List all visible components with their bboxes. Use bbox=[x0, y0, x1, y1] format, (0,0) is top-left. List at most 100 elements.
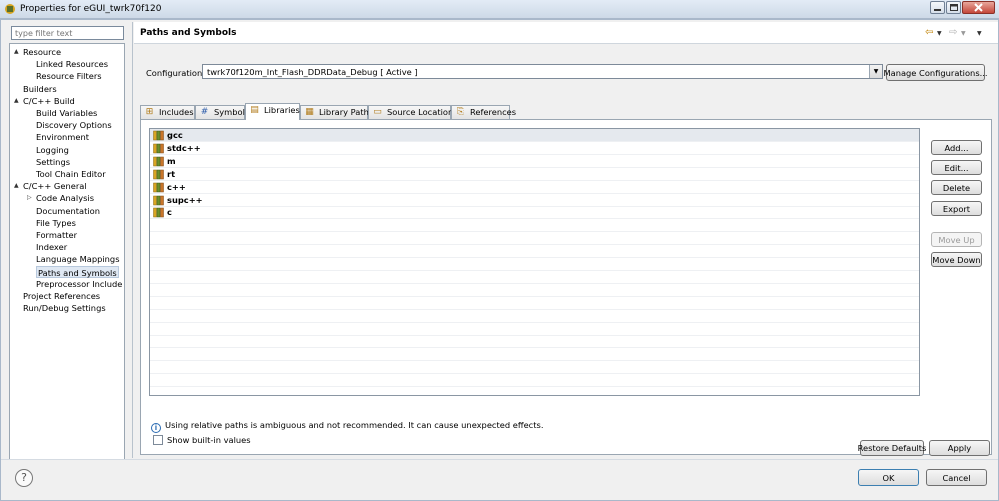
apply-button[interactable]: Apply bbox=[929, 440, 990, 456]
tree-item[interactable]: Builders bbox=[23, 83, 57, 95]
library-name: m bbox=[167, 155, 176, 166]
library-name: supc++ bbox=[167, 194, 203, 205]
library-icon bbox=[153, 195, 164, 206]
library-name: c bbox=[167, 207, 172, 218]
tree-item[interactable]: Run/Debug Settings bbox=[23, 302, 106, 314]
tab-label: Includes bbox=[159, 107, 194, 117]
library-icon bbox=[153, 182, 164, 193]
minimize-button[interactable] bbox=[930, 1, 945, 14]
library-name: rt bbox=[167, 168, 176, 179]
tree-item[interactable]: Indexer bbox=[36, 241, 67, 253]
tree-item[interactable]: C/C++ Build bbox=[23, 95, 75, 107]
library-row[interactable]: c++ bbox=[150, 181, 919, 194]
show-builtin-checkbox[interactable] bbox=[153, 435, 163, 445]
empty-row bbox=[150, 361, 919, 375]
properties-page: Paths and Symbols ⇦ ▼ ⇨ ▼ ▼ Configuratio… bbox=[134, 22, 998, 458]
help-icon[interactable]: ? bbox=[15, 469, 33, 487]
back-arrow-icon[interactable]: ⇦ bbox=[925, 27, 933, 38]
move-up-button[interactable]: Move Up bbox=[931, 232, 982, 247]
configuration-select[interactable]: twrk70f120m_Int_Flash_DDRData_Debug [ Ac… bbox=[202, 64, 883, 79]
collapse-arrow-icon[interactable]: ▲ bbox=[14, 46, 21, 58]
empty-row bbox=[150, 310, 919, 323]
tab-references[interactable]: ⎘ References bbox=[451, 105, 516, 119]
move-down-button[interactable]: Move Down bbox=[931, 252, 982, 267]
expand-arrow-icon[interactable]: ▷ bbox=[27, 192, 34, 204]
library-row[interactable]: supc++ bbox=[150, 194, 919, 207]
library-row[interactable]: stdc++ bbox=[150, 142, 919, 155]
tree-item[interactable]: Preprocessor Include Pa bbox=[36, 278, 124, 290]
tab-label: Source Location bbox=[387, 107, 454, 117]
tree-item[interactable]: Settings bbox=[36, 156, 70, 168]
navigation-pane: ▲ResourceLinked ResourcesResource Filter… bbox=[7, 25, 125, 462]
forward-dropdown-icon[interactable]: ▼ bbox=[961, 30, 966, 37]
manage-configurations-button[interactable]: Manage Configurations... bbox=[883, 64, 988, 81]
tree-item[interactable]: Logging bbox=[36, 144, 69, 156]
properties-tree: ▲ Resource Linked Resources Resource Filter… bbox=[9, 43, 125, 460]
empty-row bbox=[150, 232, 919, 246]
edit-button[interactable]: Edit... bbox=[931, 160, 982, 175]
tree-item[interactable]: Paths and Symbols bbox=[36, 265, 119, 278]
tree-item[interactable]: Project References bbox=[23, 290, 100, 302]
delete-button[interactable]: Delete bbox=[931, 180, 982, 195]
relative-paths-warning: i Using relative paths is ambiguous and n… bbox=[151, 420, 543, 433]
forward-arrow-icon[interactable]: ⇨ bbox=[949, 27, 957, 38]
info-icon: i bbox=[151, 423, 161, 433]
maximize-button[interactable] bbox=[946, 1, 961, 14]
tree-item[interactable]: Documentation bbox=[36, 205, 100, 217]
collapse-arrow-icon[interactable]: ▲ bbox=[14, 180, 21, 192]
tree-item[interactable]: Resource Filters bbox=[36, 70, 102, 82]
cancel-button[interactable]: Cancel bbox=[926, 469, 987, 486]
restore-defaults-button[interactable]: Restore Defaults bbox=[858, 440, 926, 456]
tree-item[interactable]: File Types bbox=[36, 217, 76, 229]
close-button[interactable] bbox=[962, 1, 995, 14]
close-icon bbox=[974, 3, 983, 12]
library-name: c++ bbox=[167, 181, 186, 192]
tree-item[interactable]: Language Mappings bbox=[36, 253, 120, 265]
empty-row bbox=[150, 271, 919, 284]
empty-row bbox=[150, 335, 919, 349]
ok-button[interactable]: OK bbox=[858, 469, 919, 486]
tree-item[interactable]: Tool Chain Editor bbox=[36, 168, 106, 180]
page-header: Paths and Symbols ⇦ ▼ ⇨ ▼ ▼ bbox=[134, 22, 998, 44]
tree-item[interactable]: Formatter bbox=[36, 229, 77, 241]
tree-item[interactable]: Code Analysis bbox=[36, 192, 94, 204]
back-dropdown-icon[interactable]: ▼ bbox=[937, 30, 942, 37]
tab-source-location[interactable]: ▭ Source Location bbox=[368, 105, 454, 119]
empty-row bbox=[150, 297, 919, 310]
library-icon bbox=[153, 156, 164, 167]
tree-item[interactable]: Build Variables bbox=[36, 107, 97, 119]
view-menu-icon[interactable]: ▼ bbox=[977, 30, 982, 37]
tree-item[interactable]: Resource bbox=[23, 46, 61, 58]
empty-row bbox=[150, 258, 919, 271]
tab-label: Symbols bbox=[214, 107, 250, 117]
library-row[interactable]: c bbox=[150, 206, 919, 220]
empty-row bbox=[150, 374, 919, 388]
tab-includes[interactable]: ⊞ Includes bbox=[140, 105, 195, 119]
show-builtin-option[interactable]: Show built-in values bbox=[153, 435, 251, 445]
tree-item[interactable]: Linked Resources bbox=[36, 58, 108, 70]
includes-icon: ⊞ bbox=[145, 107, 154, 117]
add-button[interactable]: Add... bbox=[931, 140, 982, 155]
empty-row bbox=[150, 348, 919, 362]
libraries-list[interactable]: gcc stdc++ m rt c++ supc++ c bbox=[149, 128, 920, 396]
tab-library-paths[interactable]: ▦ Library Paths bbox=[300, 105, 373, 119]
tab-libraries[interactable]: ▤ Libraries bbox=[245, 103, 300, 120]
tree-item[interactable]: Discovery Options bbox=[36, 119, 112, 131]
eclipse-app-icon bbox=[4, 3, 16, 15]
tree-item[interactable]: C/C++ General bbox=[23, 180, 87, 192]
window-title: Properties for eGUI_twrk70f120 bbox=[20, 4, 162, 14]
tree-item[interactable]: Environment bbox=[36, 131, 89, 143]
export-button[interactable]: Export bbox=[931, 201, 982, 216]
library-row[interactable]: gcc bbox=[150, 129, 919, 142]
sash-divider[interactable] bbox=[132, 22, 133, 458]
library-name: stdc++ bbox=[167, 142, 201, 153]
collapse-arrow-icon[interactable]: ▲ bbox=[14, 95, 21, 107]
hash-icon: # bbox=[200, 107, 209, 117]
configuration-value: twrk70f120m_Int_Flash_DDRData_Debug [ Ac… bbox=[207, 67, 418, 77]
library-icon bbox=[153, 130, 164, 141]
tab-symbols[interactable]: # Symbols bbox=[195, 105, 249, 119]
chevron-down-icon: ▼ bbox=[869, 65, 882, 78]
filter-input[interactable] bbox=[11, 26, 124, 40]
library-row[interactable]: m bbox=[150, 155, 919, 168]
library-row[interactable]: rt bbox=[150, 168, 919, 181]
